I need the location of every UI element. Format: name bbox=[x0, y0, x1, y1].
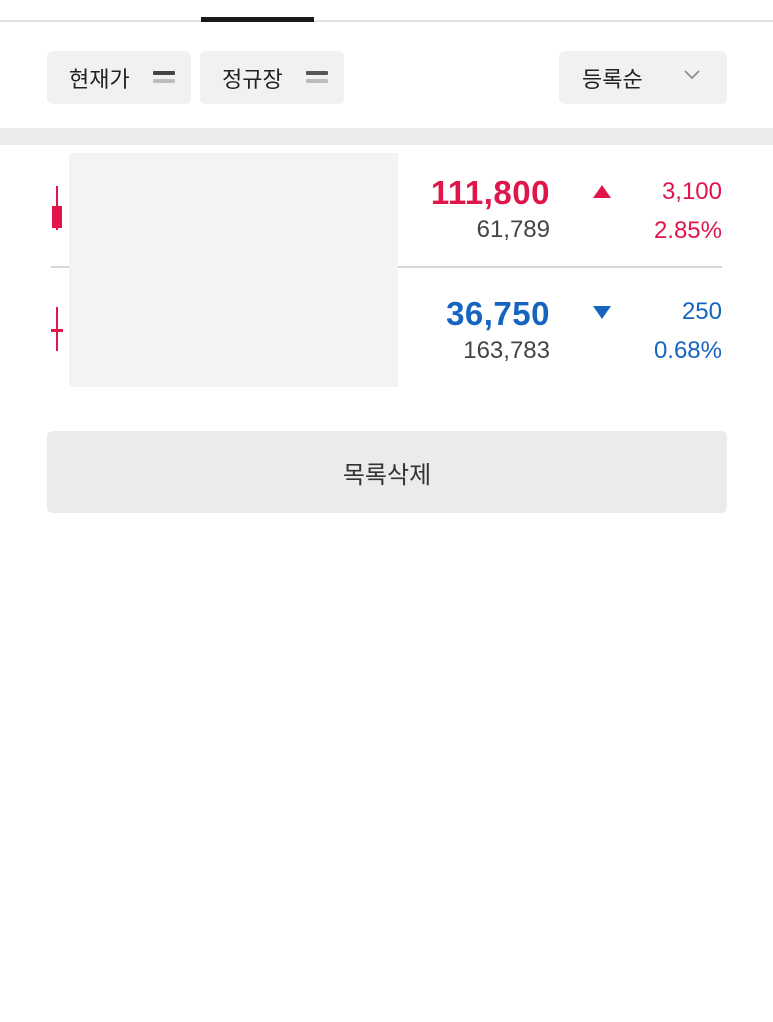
regular-session-filter-chip[interactable]: 정규장 bbox=[200, 51, 344, 104]
price-change-rate: 2.85% bbox=[653, 217, 722, 244]
current-price-filter-chip[interactable]: 현재가 bbox=[47, 51, 191, 104]
sort-order-label: 등록순 bbox=[582, 67, 643, 93]
current-price-chip-label: 현재가 bbox=[69, 67, 130, 93]
candle-chart-icon bbox=[51, 186, 63, 230]
candle-chart-icon bbox=[51, 307, 63, 351]
active-tab-indicator bbox=[201, 17, 314, 22]
price-change-rate: 0.68% bbox=[653, 337, 722, 364]
reorder-handle-icon bbox=[306, 69, 328, 85]
redacted-stock-names bbox=[69, 153, 398, 387]
sort-order-dropdown[interactable]: 등록순 bbox=[559, 51, 727, 104]
price-down-arrow-icon bbox=[593, 306, 611, 319]
price-up-arrow-icon bbox=[593, 185, 611, 198]
stock-price: 111,800 bbox=[430, 174, 550, 211]
chevron-down-icon bbox=[684, 70, 700, 80]
reorder-handle-icon bbox=[153, 69, 175, 85]
watchlist-screen: 현재가 정규장 등록순 111,800 61,789 3,100 2.85% 3… bbox=[0, 0, 773, 1022]
price-change: 250 bbox=[681, 298, 722, 325]
section-divider bbox=[0, 128, 773, 145]
stock-price: 36,750 bbox=[446, 295, 550, 332]
stock-volume: 61,789 bbox=[476, 216, 550, 243]
delete-list-button[interactable]: 목록삭제 bbox=[47, 431, 727, 513]
tab-bar-underline bbox=[0, 20, 773, 22]
regular-session-chip-label: 정규장 bbox=[222, 67, 283, 93]
stock-volume: 163,783 bbox=[463, 337, 550, 364]
price-change: 3,100 bbox=[661, 178, 722, 205]
